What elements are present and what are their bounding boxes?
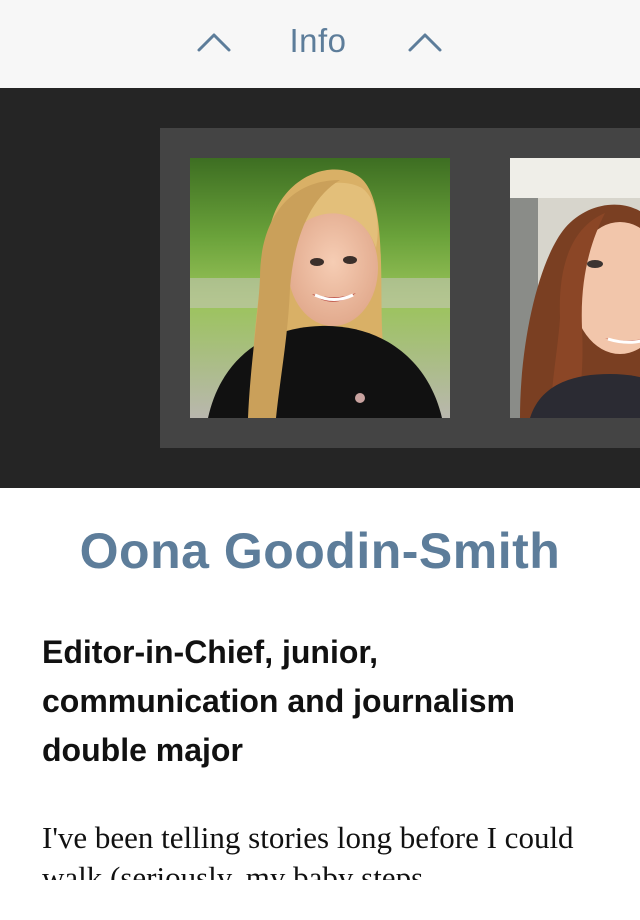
portrait-photo	[510, 158, 640, 418]
top-nav-bar: Info	[0, 0, 640, 88]
info-tab[interactable]: Info	[270, 22, 366, 60]
profile-role: Editor-in-Chief, junior, communication a…	[42, 634, 515, 768]
chevron-up-icon[interactable]	[196, 26, 232, 56]
carousel-card[interactable]	[480, 128, 640, 448]
carousel-card[interactable]	[160, 128, 480, 448]
chevron-up-icon[interactable]	[407, 26, 443, 56]
profile-name: Oona Goodin-Smith	[79, 523, 561, 579]
profile-bio: I've been telling stories long before I …	[42, 820, 574, 880]
portrait-photo	[190, 158, 450, 418]
photo-carousel[interactable]	[0, 88, 640, 488]
